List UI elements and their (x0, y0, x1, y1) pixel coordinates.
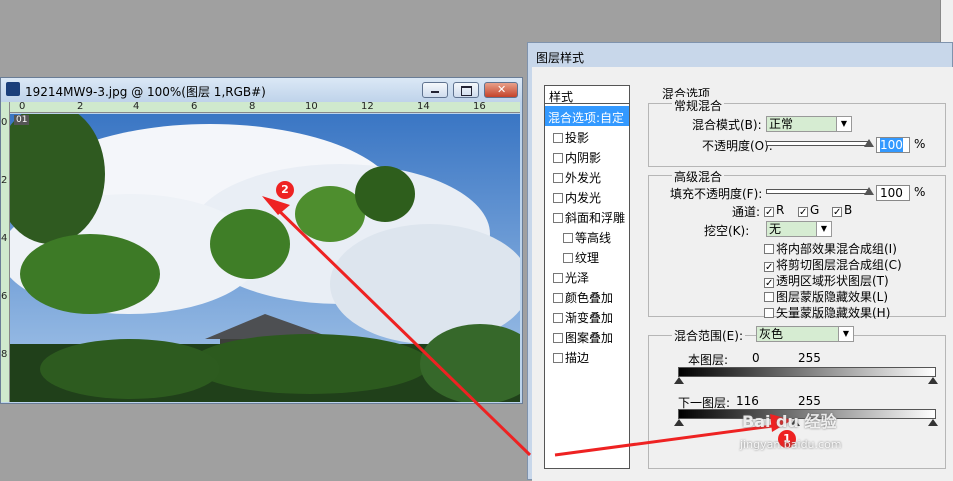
step-marker-2: 2 (276, 181, 294, 199)
watermark-logo: Bai du 经验 (742, 412, 837, 431)
watermark-url: jingyan.baidu.com (740, 438, 842, 451)
arrow-line-2 (268, 200, 532, 457)
